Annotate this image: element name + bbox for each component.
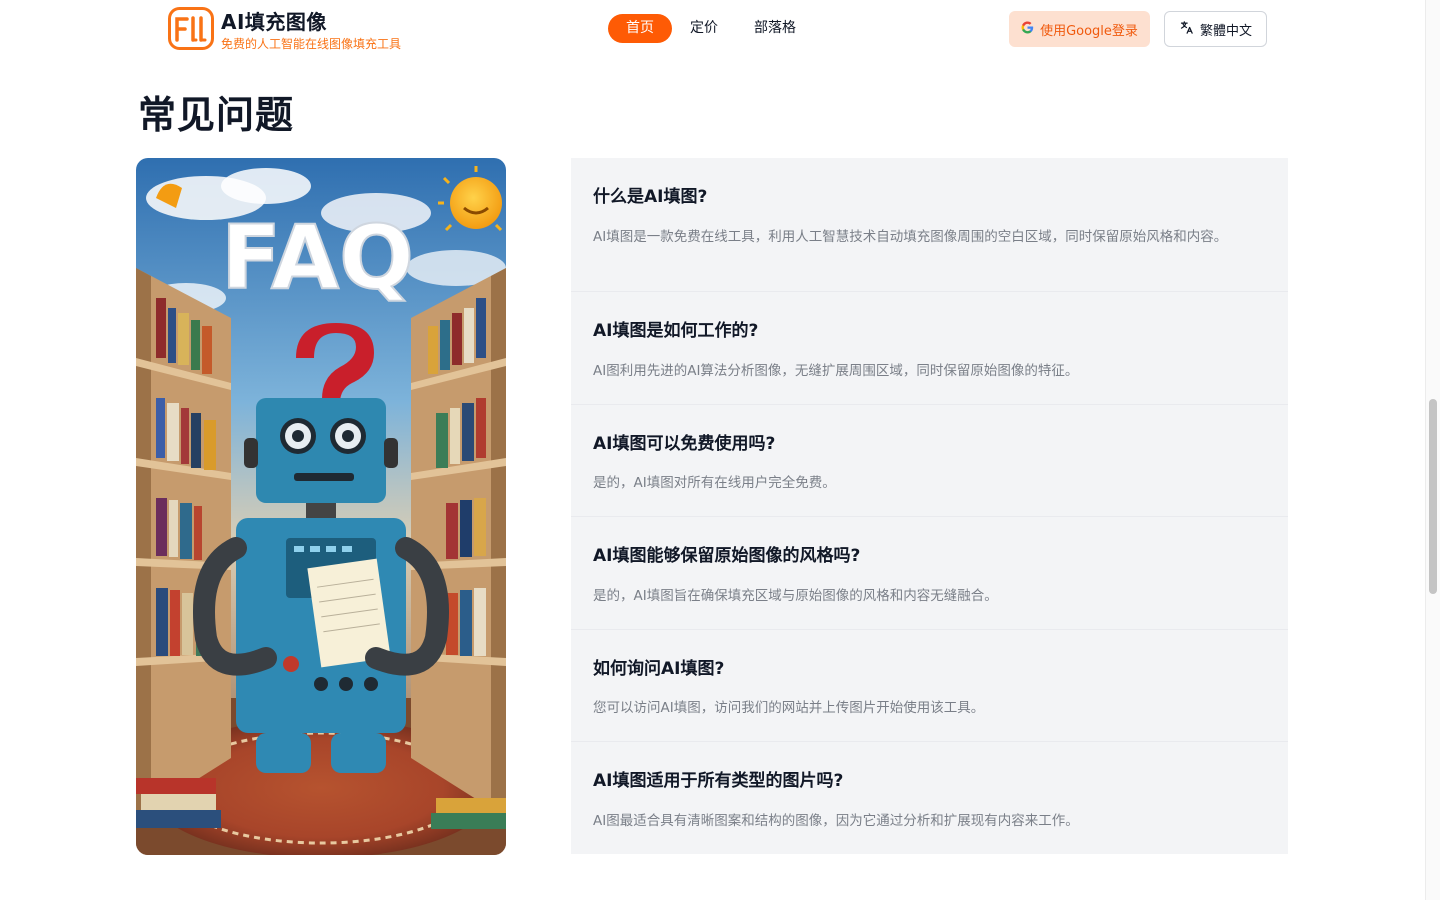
faq-answer: 是的，AI填图旨在确保填充区域与原始图像的风格和内容无缝融合。 bbox=[593, 588, 998, 604]
language-label: 繁體中文 bbox=[1199, 23, 1252, 39]
nav-item-blog[interactable]: 部落格 bbox=[736, 14, 814, 43]
faq-answer: 您可以访问AI填图，访问我们的网站并上传图片开始使用该工具。 bbox=[593, 700, 985, 716]
brand-subtitle: 免费的人工智能在线图像填充工具 bbox=[221, 37, 402, 51]
google-login-button[interactable]: 使用Google登录 bbox=[1009, 11, 1150, 47]
faq-item[interactable]: 如何询问AI填图? 您可以访问AI填图，访问我们的网站并上传图片开始使用该工具。 bbox=[571, 630, 1288, 742]
faq-answer: 是的，AI填图对所有在线用户完全免费。 bbox=[593, 475, 836, 491]
faq-item[interactable]: AI填图是如何工作的? AI图利用先进的AI算法分析图像，无缝扩展周围区域，同时… bbox=[571, 292, 1288, 405]
translate-icon bbox=[1179, 20, 1200, 39]
faq-question[interactable]: AI填图适用于所有类型的图片吗? bbox=[593, 766, 843, 791]
faq-question[interactable]: 什么是AI填图? bbox=[593, 182, 707, 207]
faq-question[interactable]: AI填图能够保留原始图像的风格吗? bbox=[593, 541, 860, 566]
faq-question[interactable]: AI填图是如何工作的? bbox=[593, 316, 758, 341]
google-icon bbox=[1021, 21, 1040, 38]
nav-item-pricing[interactable]: 定价 bbox=[672, 14, 736, 43]
faq-answer: AI图最适合具有清晰图案和结构的图像，因为它通过分析和扩展现有内容来工作。 bbox=[593, 813, 1079, 829]
faq-robot-illustration: FAQ bbox=[136, 158, 506, 855]
faq-list: 什么是AI填图? AI填图是一款免费在线工具，利用人工智慧技术自动填充图像周围的… bbox=[571, 158, 1288, 854]
faq-question[interactable]: 如何询问AI填图? bbox=[593, 654, 724, 679]
brand-title[interactable]: AI填充图像 bbox=[221, 6, 327, 35]
faq-illustration-text: FAQ bbox=[221, 206, 414, 309]
page-scrollbar-thumb[interactable] bbox=[1429, 399, 1437, 594]
fill-logo-icon[interactable] bbox=[168, 7, 214, 50]
faq-answer: AI填图是一款免费在线工具，利用人工智慧技术自动填充图像周围的空白区域，同时保留… bbox=[593, 229, 1228, 245]
faq-item[interactable]: 什么是AI填图? AI填图是一款免费在线工具，利用人工智慧技术自动填充图像周围的… bbox=[571, 158, 1288, 292]
faq-section-title: 常见问题 bbox=[138, 93, 295, 137]
faq-item[interactable]: AI填图能够保留原始图像的风格吗? 是的，AI填图旨在确保填充区域与原始图像的风… bbox=[571, 517, 1288, 630]
faq-question[interactable]: AI填图可以免费使用吗? bbox=[593, 429, 775, 454]
site-header: AI填充图像 免费的人工智能在线图像填充工具 首页 定价 部落格 使用Googl… bbox=[0, 0, 1425, 58]
faq-item[interactable]: AI填图适用于所有类型的图片吗? AI图最适合具有清晰图案和结构的图像，因为它通… bbox=[571, 742, 1288, 854]
faq-item[interactable]: AI填图可以免费使用吗? 是的，AI填图对所有在线用户完全免费。 bbox=[571, 405, 1288, 517]
main-nav: 首页 定价 部落格 bbox=[608, 14, 814, 43]
nav-item-home[interactable]: 首页 bbox=[608, 14, 672, 43]
google-login-label: 使用Google登录 bbox=[1040, 23, 1138, 39]
faq-answer: AI图利用先进的AI算法分析图像，无缝扩展周围区域，同时保留原始图像的特征。 bbox=[593, 363, 1079, 379]
language-switch-button[interactable]: 繁體中文 bbox=[1164, 11, 1267, 47]
